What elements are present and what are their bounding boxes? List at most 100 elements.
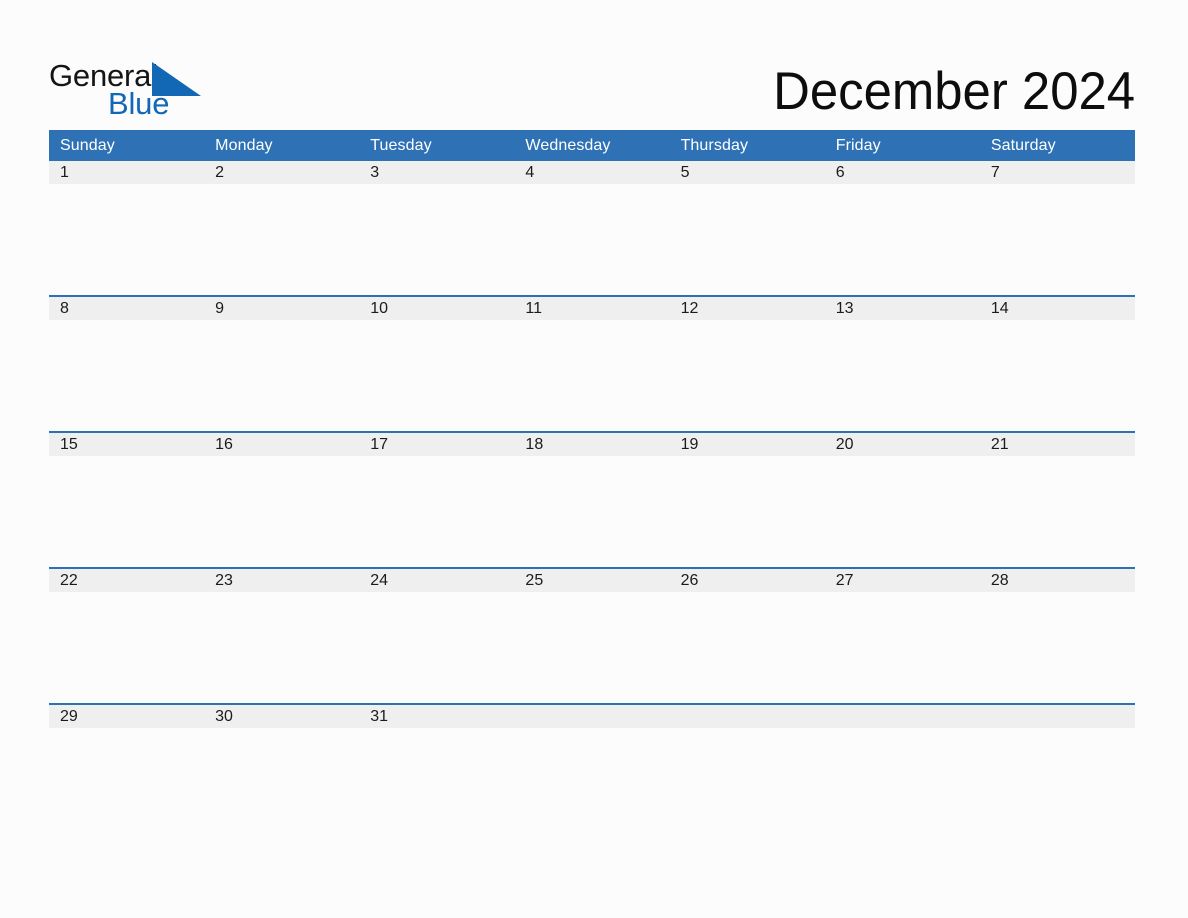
day-cell-date[interactable]: 4 <box>514 161 670 184</box>
day-number: 25 <box>525 571 544 589</box>
day-cell-events[interactable] <box>359 456 514 567</box>
day-number: 12 <box>680 299 699 317</box>
week-date-band: 29 30 31 <box>49 705 1135 728</box>
day-cell-date[interactable]: 18 <box>514 433 670 456</box>
week-event-band <box>49 592 1135 703</box>
day-cell-date[interactable]: 3 <box>359 161 515 184</box>
day-cell-date[interactable]: 20 <box>824 433 980 456</box>
day-cell-events[interactable] <box>825 320 980 431</box>
day-cell-date[interactable]: 22 <box>49 569 205 592</box>
day-cell-date[interactable]: 12 <box>669 297 825 320</box>
day-cell-events[interactable] <box>204 592 359 703</box>
day-cell-events[interactable] <box>825 592 980 703</box>
day-cell-events[interactable] <box>49 320 204 431</box>
day-cell-events[interactable] <box>49 184 204 295</box>
week-date-band: 22 23 24 25 26 27 28 <box>49 569 1135 592</box>
week-row: 8 9 10 11 12 13 14 <box>49 295 1135 431</box>
day-number: 4 <box>525 163 535 181</box>
day-cell-date[interactable]: 30 <box>204 705 360 728</box>
day-cell-events[interactable] <box>49 456 204 567</box>
day-cell-date[interactable]: 14 <box>979 297 1135 320</box>
day-cell-events[interactable] <box>825 184 980 295</box>
day-number: 26 <box>680 571 699 589</box>
day-cell-date[interactable]: 5 <box>669 161 825 184</box>
day-cell-events[interactable] <box>670 592 825 703</box>
day-cell-events-empty <box>825 728 980 839</box>
day-cell-events[interactable] <box>980 592 1135 703</box>
general-blue-logo: General Blue <box>49 60 201 122</box>
day-cell-date[interactable]: 16 <box>204 433 360 456</box>
week-row: 1 2 3 4 5 6 7 <box>49 161 1135 295</box>
day-cell-events[interactable] <box>670 184 825 295</box>
day-cell-events-empty <box>670 728 825 839</box>
day-cell-events[interactable] <box>514 456 669 567</box>
day-cell-date[interactable]: 15 <box>49 433 205 456</box>
weekday-label: Monday <box>215 136 273 154</box>
day-cell-date[interactable]: 9 <box>204 297 360 320</box>
day-number: 2 <box>215 163 225 181</box>
day-number: 20 <box>835 435 854 453</box>
day-cell-date[interactable]: 19 <box>669 433 825 456</box>
day-cell-events[interactable] <box>670 320 825 431</box>
day-cell-events[interactable] <box>204 728 359 839</box>
day-cell-date[interactable]: 8 <box>49 297 205 320</box>
day-cell-date[interactable]: 23 <box>204 569 360 592</box>
day-cell-date[interactable]: 7 <box>979 161 1135 184</box>
day-cell-date[interactable]: 28 <box>979 569 1135 592</box>
day-cell-events[interactable] <box>204 320 359 431</box>
day-cell-date[interactable]: 25 <box>514 569 670 592</box>
day-cell-date[interactable]: 11 <box>514 297 670 320</box>
weekday-label: Wednesday <box>525 136 611 154</box>
day-cell-events[interactable] <box>980 320 1135 431</box>
day-cell-events[interactable] <box>204 456 359 567</box>
day-cell-date[interactable]: 10 <box>359 297 515 320</box>
day-cell-date[interactable]: 6 <box>824 161 980 184</box>
day-cell-events[interactable] <box>980 456 1135 567</box>
day-cell-date[interactable]: 21 <box>979 433 1135 456</box>
day-number: 28 <box>990 571 1009 589</box>
day-cell-date-empty <box>979 705 1135 728</box>
day-number: 11 <box>525 299 543 317</box>
day-cell-events[interactable] <box>359 592 514 703</box>
weekday-header-saturday: Saturday <box>980 130 1135 161</box>
weekday-header-tuesday: Tuesday <box>359 130 514 161</box>
day-cell-events[interactable] <box>825 456 980 567</box>
day-cell-events[interactable] <box>49 728 204 839</box>
day-cell-date[interactable]: 27 <box>824 569 980 592</box>
day-number: 31 <box>370 707 389 725</box>
day-cell-date[interactable]: 31 <box>359 705 515 728</box>
day-cell-events[interactable] <box>514 320 669 431</box>
day-cell-date-empty <box>669 705 825 728</box>
week-row: 29 30 31 <box>49 703 1135 839</box>
day-cell-date[interactable]: 2 <box>204 161 360 184</box>
day-cell-events[interactable] <box>49 592 204 703</box>
day-cell-events[interactable] <box>359 728 514 839</box>
day-cell-events[interactable] <box>359 320 514 431</box>
day-cell-events[interactable] <box>204 184 359 295</box>
day-cell-date[interactable]: 17 <box>359 433 515 456</box>
day-number: 22 <box>60 571 78 589</box>
day-cell-date[interactable]: 1 <box>49 161 205 184</box>
week-event-band <box>49 456 1135 567</box>
day-number: 16 <box>215 435 233 453</box>
day-cell-date[interactable]: 29 <box>49 705 205 728</box>
day-cell-date-empty <box>514 705 670 728</box>
weekday-label: Tuesday <box>370 136 432 154</box>
day-cell-events[interactable] <box>359 184 514 295</box>
weekday-header-sunday: Sunday <box>49 130 204 161</box>
day-cell-events[interactable] <box>514 592 669 703</box>
day-number: 5 <box>680 163 690 181</box>
day-number: 13 <box>835 299 854 317</box>
week-row: 15 16 17 18 19 20 21 <box>49 431 1135 567</box>
day-cell-events[interactable] <box>670 456 825 567</box>
day-number: 18 <box>525 435 544 453</box>
day-cell-date[interactable]: 13 <box>824 297 980 320</box>
day-cell-events[interactable] <box>514 184 669 295</box>
weekday-header-friday: Friday <box>825 130 980 161</box>
day-cell-date[interactable]: 24 <box>359 569 515 592</box>
day-number: 23 <box>215 571 233 589</box>
day-cell-events[interactable] <box>980 184 1135 295</box>
day-number: 29 <box>60 707 78 725</box>
day-cell-date[interactable]: 26 <box>669 569 825 592</box>
day-number: 1 <box>60 163 69 181</box>
